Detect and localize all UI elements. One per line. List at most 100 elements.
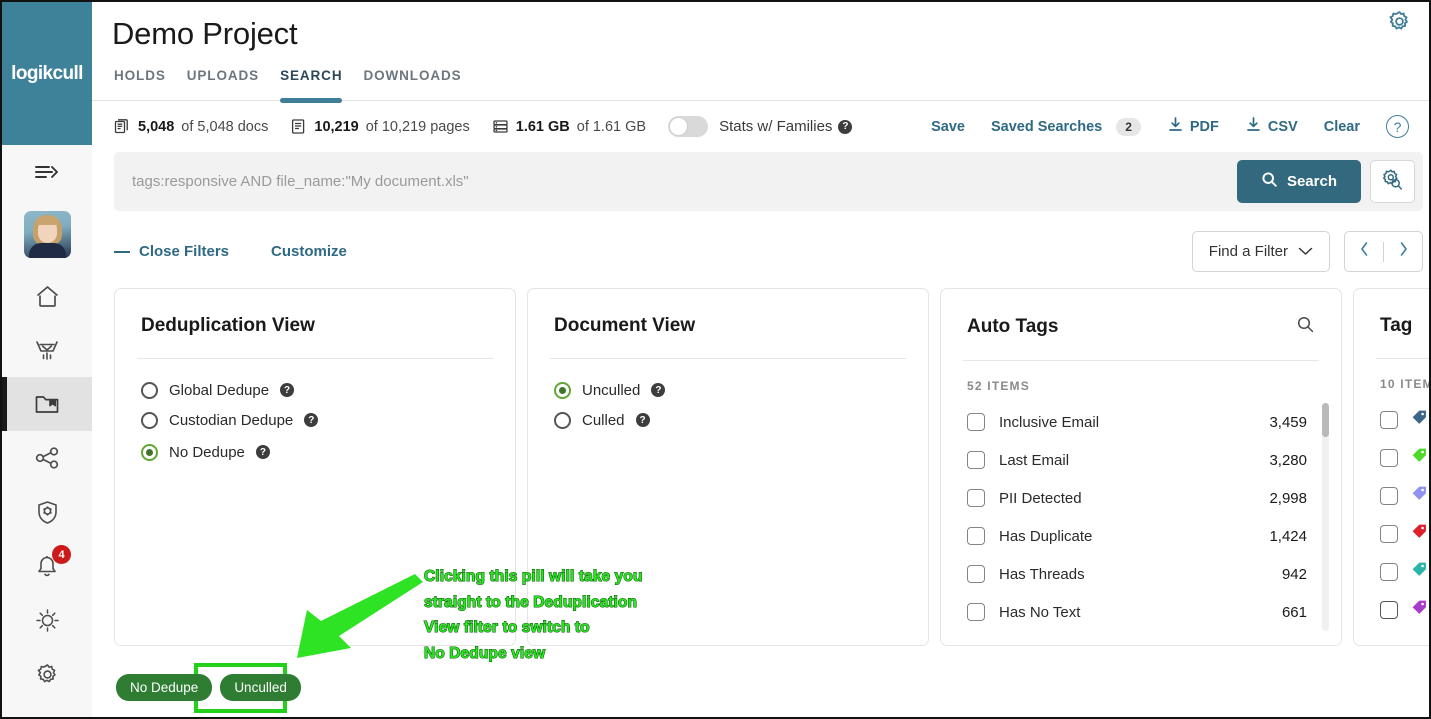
sidebar-item-notifications[interactable]: 4 bbox=[2, 539, 92, 593]
chevron-left-icon bbox=[1359, 241, 1370, 262]
search-input[interactable] bbox=[132, 173, 1237, 190]
help-icon[interactable]: ? bbox=[304, 413, 319, 427]
list-item[interactable] bbox=[1354, 515, 1429, 553]
radio-option-global-dedupe[interactable]: Global Dedupe ? bbox=[141, 375, 300, 405]
sun-icon bbox=[34, 607, 61, 634]
checkbox[interactable] bbox=[1380, 525, 1398, 543]
avatar bbox=[23, 210, 71, 258]
active-pill-no-dedupe[interactable]: No Dedupe bbox=[116, 673, 213, 701]
auto-tags-search-icon[interactable] bbox=[1296, 315, 1315, 339]
sidebar-item-home[interactable] bbox=[2, 269, 92, 323]
help-icon[interactable]: ? bbox=[635, 413, 650, 427]
list-item[interactable] bbox=[1354, 401, 1429, 439]
list-item[interactable] bbox=[1354, 477, 1429, 515]
filter-pager-next[interactable] bbox=[1384, 232, 1422, 271]
help-icon[interactable]: ? bbox=[280, 383, 295, 397]
sidebar-item-logout[interactable] bbox=[2, 701, 92, 717]
checkbox[interactable] bbox=[967, 527, 985, 545]
checkbox[interactable] bbox=[967, 413, 985, 431]
sidebar-item-uploads[interactable] bbox=[2, 323, 92, 377]
tab-search[interactable]: SEARCH bbox=[280, 68, 343, 103]
stats-with-families-toggle[interactable] bbox=[668, 116, 709, 137]
radio-label: Culled bbox=[582, 411, 625, 429]
brand-logo[interactable]: logikcull bbox=[2, 2, 92, 145]
sidebar-item-appearance[interactable] bbox=[2, 593, 92, 647]
page-header: Demo Project HOLDS UPLOADS SEARCH DOWNLO… bbox=[92, 2, 1429, 103]
help-icon[interactable]: ? bbox=[838, 119, 853, 134]
checkbox[interactable] bbox=[967, 489, 985, 507]
sidebar-item-security[interactable] bbox=[2, 485, 92, 539]
advanced-search-button[interactable] bbox=[1370, 160, 1415, 203]
clear-button[interactable]: Clear bbox=[1324, 119, 1360, 135]
filter-card-tag: Tag 10 ITEMS bbox=[1353, 288, 1429, 646]
saved-searches-button[interactable]: Saved Searches 2 bbox=[991, 117, 1141, 136]
filter-pager-prev[interactable] bbox=[1345, 232, 1383, 271]
application-window: logikcull 4 Demo Project HOLDS UPLOADS S… bbox=[0, 0, 1431, 719]
checkbox[interactable] bbox=[967, 565, 985, 583]
tag-icon bbox=[1410, 560, 1429, 584]
sidebar-item-user-avatar[interactable] bbox=[2, 199, 92, 269]
list-item-count: 1,424 bbox=[1269, 527, 1307, 545]
checkbox[interactable] bbox=[1380, 487, 1398, 505]
checkbox[interactable] bbox=[967, 603, 985, 621]
save-button[interactable]: Save bbox=[931, 119, 965, 135]
sidebar-item-settings[interactable] bbox=[2, 647, 92, 701]
share-nodes-icon bbox=[34, 446, 61, 470]
stat-size-value: 1.61 GB bbox=[515, 118, 570, 135]
radio-option-unculled[interactable]: Unculled ? bbox=[554, 375, 671, 405]
find-a-filter-dropdown[interactable]: Find a Filter bbox=[1191, 231, 1330, 272]
filter-card-document-view: Document View Unculled ? Culled ? bbox=[527, 288, 929, 646]
list-item[interactable] bbox=[1354, 439, 1429, 477]
radio-option-culled[interactable]: Culled ? bbox=[554, 405, 656, 435]
checkbox[interactable] bbox=[967, 451, 985, 469]
card-title: Deduplication View bbox=[141, 315, 315, 336]
list-item[interactable]: PII Detected 2,998 bbox=[967, 479, 1341, 517]
sidebar-item-projects[interactable] bbox=[2, 377, 92, 431]
help-button[interactable]: ? bbox=[1386, 115, 1409, 138]
download-pdf-button[interactable]: PDF bbox=[1167, 116, 1219, 137]
gear-icon bbox=[1389, 11, 1408, 30]
radio-option-no-dedupe[interactable]: No Dedupe ? bbox=[131, 433, 276, 471]
search-button[interactable]: Search bbox=[1236, 160, 1361, 203]
stat-pages-suffix: of 10,219 pages bbox=[365, 118, 470, 135]
list-item[interactable]: Has Duplicate 1,424 bbox=[967, 517, 1341, 555]
sidebar-item-share[interactable] bbox=[2, 431, 92, 485]
tab-downloads[interactable]: DOWNLOADS bbox=[363, 68, 461, 100]
list-item[interactable]: Inclusive Email 3,459 bbox=[967, 403, 1341, 441]
tag-icon bbox=[1410, 408, 1429, 432]
saved-searches-count: 2 bbox=[1116, 117, 1141, 136]
list-item[interactable] bbox=[1354, 553, 1429, 591]
list-item-count: 2,998 bbox=[1269, 489, 1307, 507]
list-item[interactable]: Last Email 3,280 bbox=[967, 441, 1341, 479]
project-settings-button[interactable] bbox=[1386, 8, 1413, 40]
list-item[interactable]: Has Threads 942 bbox=[967, 555, 1341, 593]
checkbox[interactable] bbox=[1380, 411, 1398, 429]
help-icon[interactable]: ? bbox=[255, 445, 270, 459]
active-pill-unculled[interactable]: Unculled bbox=[220, 673, 301, 701]
auto-tags-list: Inclusive Email 3,459 Last Email 3,280 P… bbox=[941, 399, 1341, 635]
customize-button[interactable]: Customize bbox=[271, 243, 347, 260]
auto-tags-scrollbar[interactable] bbox=[1322, 403, 1329, 631]
radio-option-custodian-dedupe[interactable]: Custodian Dedupe ? bbox=[141, 405, 324, 435]
close-filters-button[interactable]: Close Filters bbox=[114, 243, 229, 260]
chevron-right-icon bbox=[1398, 241, 1409, 262]
help-icon[interactable]: ? bbox=[651, 383, 666, 397]
checkbox[interactable] bbox=[1380, 449, 1398, 467]
scrollbar-thumb[interactable] bbox=[1322, 403, 1329, 437]
download-csv-button[interactable]: CSV bbox=[1245, 116, 1298, 137]
list-item[interactable]: Has No Text 661 bbox=[967, 593, 1341, 631]
page-icon bbox=[290, 118, 307, 135]
radio-label: Unculled bbox=[582, 381, 641, 399]
sidebar-item-expand-sidebar[interactable] bbox=[2, 145, 92, 199]
notification-badge: 4 bbox=[52, 545, 71, 564]
checkbox[interactable] bbox=[1380, 601, 1398, 619]
tab-uploads[interactable]: UPLOADS bbox=[187, 68, 259, 100]
main-content: Demo Project HOLDS UPLOADS SEARCH DOWNLO… bbox=[92, 2, 1429, 717]
tab-holds[interactable]: HOLDS bbox=[114, 68, 166, 100]
stat-size-suffix: of 1.61 GB bbox=[576, 118, 647, 135]
deduplication-view-options: Global Dedupe ? Custodian Dedupe ? No De… bbox=[115, 359, 515, 471]
tag-list bbox=[1354, 397, 1429, 629]
checkbox[interactable] bbox=[1380, 563, 1398, 581]
auto-tags-items-count: 52 ITEMS bbox=[967, 379, 1030, 393]
list-item[interactable] bbox=[1354, 591, 1429, 629]
